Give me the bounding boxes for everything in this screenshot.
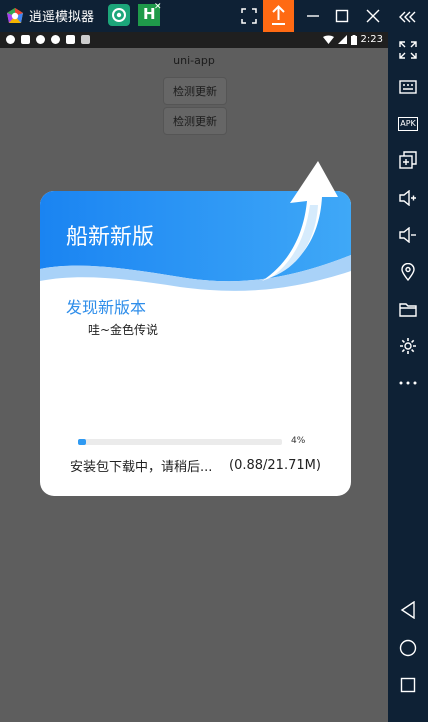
tab-app-store[interactable] [108,4,130,26]
upgrade-arrow-icon [262,161,338,281]
fullscreen-tool[interactable] [396,38,420,62]
notification-icons [6,35,90,44]
download-progress-fill [78,439,86,445]
status-indicators: 2:23 [322,34,383,45]
multi-instance-tool[interactable] [396,148,420,172]
notification-gear-icon-2 [36,35,45,44]
back-triangle-icon [400,601,415,619]
minimize-icon [307,15,319,17]
volume-up-icon [399,190,416,206]
volume-down-tool[interactable] [396,223,420,247]
progress-percent: 4% [291,436,306,446]
download-status-text: 安装包下载中，请稍后... [70,460,213,475]
expand-arrows-icon [399,41,417,59]
wifi-icon [322,35,334,44]
location-tool[interactable] [396,260,420,284]
keyboard-tool[interactable] [396,75,420,99]
more-tool[interactable] [396,371,420,395]
recent-square-icon [400,677,416,693]
more-dots-icon [399,381,417,385]
fullscreen-button[interactable] [237,4,261,28]
volume-up-tool[interactable] [396,186,420,210]
location-pin-icon [401,263,415,281]
new-version-label: 发现新版本 [66,298,147,317]
emulator-logo-icon [7,8,23,23]
notification-gear-icon-3 [51,35,60,44]
upload-button[interactable] [263,0,294,32]
folder-icon [399,302,417,317]
expand-icon [241,8,257,24]
maximize-button[interactable] [330,4,354,28]
update-notes: 哇~金色传说 [88,323,159,337]
notification-gear-icon [6,35,15,44]
dialog-title: 船新新版 [66,225,155,250]
update-dialog: 船新新版 发现新版本 哇~金色传说 4% 安装包下载中，请稍后... (0.88… [40,161,351,496]
emulator-title-bar: 逍遥模拟器 H ✕ [0,0,428,32]
back-button[interactable] [396,598,420,622]
add-window-icon [399,151,417,169]
minimize-button[interactable] [301,4,325,28]
emulator-sidebar: APK [388,0,428,722]
battery-icon [350,34,357,45]
home-circle-icon [399,639,417,657]
install-apk-tool[interactable]: APK [396,112,420,136]
double-chevron-left-icon [399,11,416,23]
maximize-icon [335,9,349,23]
upload-icon [272,5,285,25]
signal-icon [337,35,347,44]
android-status-bar: 2:23 [0,32,388,48]
page-title: uni-app [173,54,215,67]
gear-icon [400,338,416,354]
close-window-button[interactable] [361,4,385,28]
volume-down-icon [399,227,416,243]
close-icon [366,9,380,23]
notification-square-icon-2 [66,35,75,44]
status-time: 2:23 [360,34,383,45]
shared-folder-tool[interactable] [396,297,420,321]
app-store-icon [112,8,126,22]
check-update-button[interactable]: 检测更新 [163,77,227,105]
notification-square-icon [21,35,30,44]
settings-tool[interactable] [396,334,420,358]
keyboard-icon [399,80,417,94]
apk-icon: APK [398,117,418,131]
tab-close-icon[interactable]: ✕ [154,2,162,12]
download-size-text: (0.88/21.71M) [229,458,321,473]
home-button[interactable] [396,636,420,660]
emulator-title: 逍遥模拟器 [29,10,95,25]
collapse-sidebar-button[interactable] [396,5,420,29]
recent-apps-button[interactable] [396,673,420,697]
notification-a-icon [81,35,90,44]
check-update-button-2[interactable]: 检测更新 [163,107,227,135]
download-progress-bar [78,439,282,445]
